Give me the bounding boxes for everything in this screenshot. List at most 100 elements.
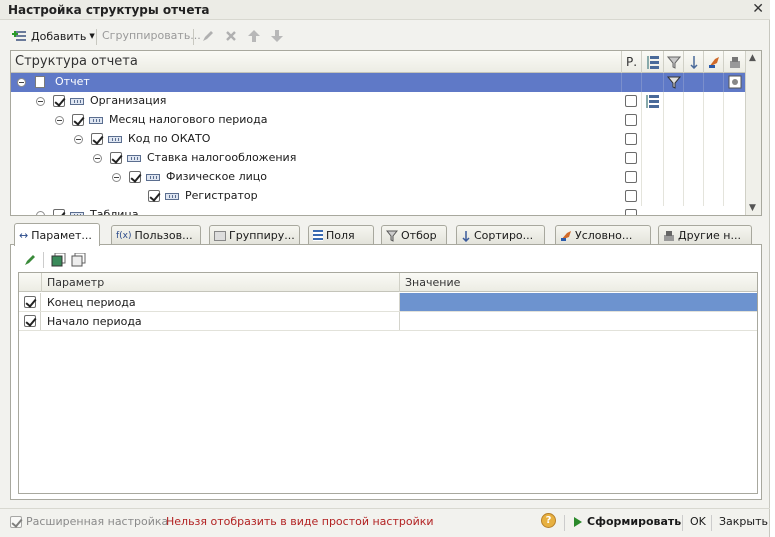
tree-row-tax-rate[interactable]: Ставка налогообложения [11,149,746,168]
scroll-up-icon[interactable]: ▲ [749,53,756,63]
param-name: Начало периода [47,315,142,328]
collapse-icon[interactable] [36,211,45,215]
row-r-checkbox[interactable] [625,133,637,145]
group-button[interactable]: Сгруппировать... [102,29,201,42]
collapse-icon[interactable] [17,78,26,87]
row-r-checkbox[interactable] [625,95,637,107]
column-grouping-header[interactable] [641,51,663,73]
tab-label: Парамет... [31,228,92,242]
scroll-down-icon[interactable]: ▼ [749,203,756,213]
column-other-header[interactable] [723,51,746,73]
add-button[interactable]: Добавить ▼ [12,29,95,43]
column-conditional-header[interactable] [703,51,723,73]
row-checkbox[interactable] [72,114,84,126]
parameters-panel: Параметр Значение Конец периода Начало п… [10,244,762,500]
sort-icon [689,56,698,69]
collapse-icon[interactable] [36,97,45,106]
check-all-icon[interactable] [51,253,67,267]
collapse-icon[interactable] [112,173,121,182]
tab-label: Поля [326,229,355,242]
row-r-checkbox[interactable] [625,114,637,126]
parameters-icon: ↔ [19,228,29,242]
delete-icon [226,31,236,41]
tab-grouping[interactable]: Группиру... [209,225,300,245]
tree-row-table[interactable]: Таблица [11,206,746,215]
ok-button[interactable]: OK [690,515,706,528]
column-r-header[interactable]: Р. [621,51,641,73]
column-filter-header[interactable] [663,51,683,73]
conditional-format-icon [708,57,719,68]
tab-label: Другие н... [678,229,741,242]
tab-fields[interactable]: Поля [308,225,374,245]
close-icon[interactable]: ✕ [752,1,764,17]
chevron-down-icon: ▼ [89,32,95,40]
fields-icon [313,230,323,241]
tree-row-label: Код по ОКАТО [128,132,211,145]
sort-icon [462,230,470,242]
column-r-label: Р. [625,55,638,69]
toolbar-divider [96,29,97,45]
title-bar: Настройка структуры отчета ✕ [0,0,770,20]
tab-other-settings[interactable]: Другие н... [658,225,752,245]
tab-filter[interactable]: Отбор [381,225,447,245]
add-button-label: Добавить [31,29,87,43]
row-checkbox[interactable] [53,95,65,107]
tab-label: Группиру... [229,229,295,242]
tree-row-individual[interactable]: Физическое лицо [11,168,746,187]
move-down-button[interactable] [270,29,284,43]
tree-row-label: Физическое лицо [166,170,267,183]
param-value-field[interactable] [399,312,757,330]
footer-divider [711,515,712,531]
collapse-icon[interactable] [55,116,64,125]
tab-label: Пользов... [134,229,193,242]
conditional-icon [561,230,571,241]
row-r-checkbox[interactable] [625,190,637,202]
close-button[interactable]: Закрыть [719,515,768,528]
help-icon[interactable]: ? [541,513,556,528]
row-checkbox[interactable] [129,171,141,183]
row-checkbox[interactable] [110,152,122,164]
collapse-icon[interactable] [74,135,83,144]
filter-marker-icon [667,76,681,89]
row-r-checkbox[interactable] [625,171,637,183]
param-checkbox[interactable] [24,296,36,308]
footer-divider [682,515,683,531]
param-checkbox[interactable] [24,315,36,327]
background-strip [770,0,775,537]
tree-row-registrar[interactable]: Регистратор [11,187,746,206]
tab-parameters[interactable]: ↔ Парамет... [14,223,100,246]
row-checkbox[interactable] [148,190,160,202]
tree-row-tax-month[interactable]: Месяц налогового периода [11,111,746,130]
tree-row-organization[interactable]: Организация [11,92,746,111]
param-value-field[interactable] [399,293,757,311]
param-name: Конец периода [47,296,136,309]
delete-button[interactable] [224,29,238,43]
column-parameter-header[interactable]: Параметр [47,276,104,289]
report-structure-window: Настройка структуры отчета ✕ Добавить ▼ … [0,0,770,537]
tree-row-report[interactable]: Отчет [11,73,746,92]
settings-tabs: ↔ Парамет... f(x) Пользов... Группиру...… [10,223,762,246]
extended-settings-checkbox[interactable] [10,516,22,528]
tab-conditional[interactable]: Условно... [555,225,651,245]
collapse-icon[interactable] [93,154,102,163]
run-report-button[interactable]: Сформировать [587,515,681,528]
edit-button[interactable] [201,29,215,43]
param-row-period-end[interactable]: Конец периода [19,293,757,312]
uncheck-all-icon[interactable] [71,253,87,267]
move-up-button[interactable] [247,29,261,43]
row-r-checkbox[interactable] [625,209,637,215]
edit-icon[interactable] [23,253,37,267]
row-r-checkbox[interactable] [625,152,637,164]
column-sort-header[interactable] [683,51,703,73]
row-checkbox[interactable] [91,133,103,145]
tab-sort[interactable]: Сортиро... [456,225,545,245]
column-value-header[interactable]: Значение [405,276,460,289]
tab-user-fields[interactable]: f(x) Пользов... [111,225,201,245]
tree-scrollbar[interactable]: ▲ ▼ [745,51,761,215]
toolbar-divider [43,252,44,268]
row-checkbox[interactable] [53,209,65,215]
tree-row-okato-code[interactable]: Код по ОКАТО [11,130,746,149]
pencil-icon [203,31,213,41]
report-structure-tree: Структура отчета Р. Отчет Организация Ме… [10,50,762,216]
param-row-period-start[interactable]: Начало периода [19,312,757,331]
